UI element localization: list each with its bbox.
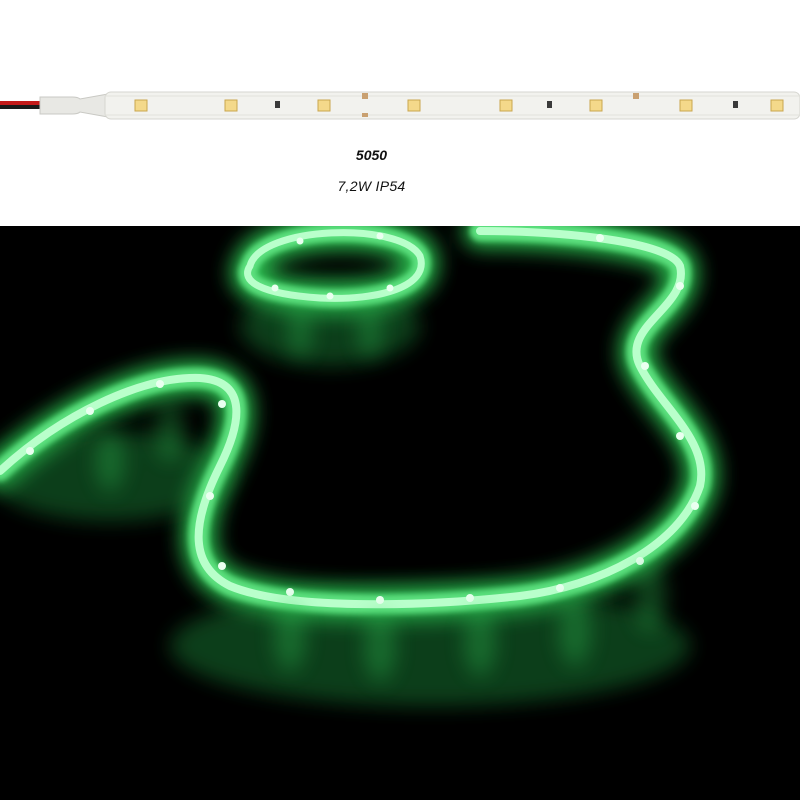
model-number: 5050 bbox=[355, 147, 388, 163]
led-strip-product-image bbox=[0, 91, 800, 120]
product-info-panel: 5050 7,2W IP54 bbox=[0, 0, 800, 226]
green-led-strip-illustration bbox=[0, 226, 719, 706]
glowing-strip-photo bbox=[0, 226, 800, 800]
wire-connector bbox=[39, 93, 109, 118]
power-ip-spec: 7,2W IP54 bbox=[337, 178, 406, 194]
